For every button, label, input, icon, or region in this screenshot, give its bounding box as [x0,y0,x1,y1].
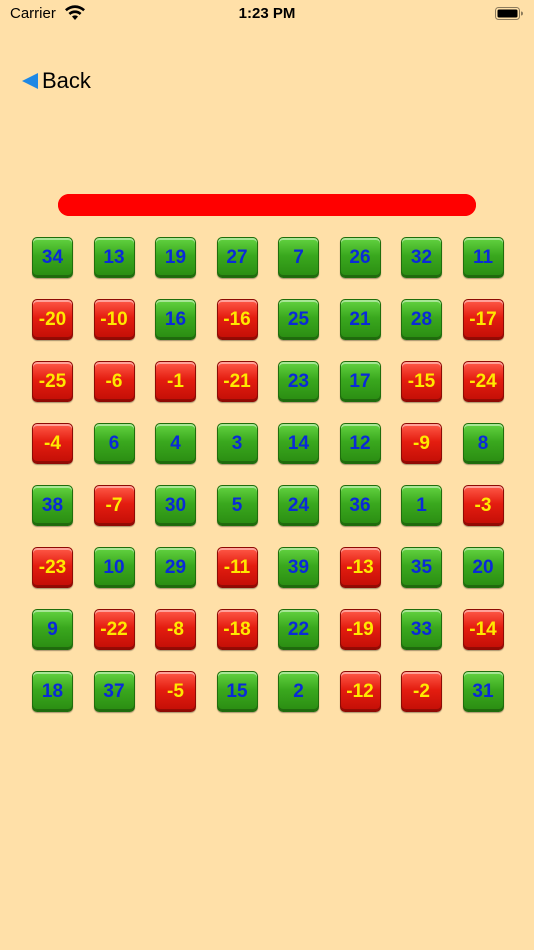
negative-number-tile[interactable]: -15 [401,361,442,402]
positive-number-tile[interactable]: 33 [401,609,442,650]
positive-number-tile[interactable]: 38 [32,485,73,526]
negative-number-tile[interactable]: -21 [216,361,258,402]
positive-number-tile[interactable]: 10 [93,547,135,588]
positive-number-tile[interactable]: 5 [216,485,258,526]
positive-number-tile[interactable]: 19 [155,237,196,278]
status-bar: Carrier 1:23 PM [0,0,534,28]
negative-number-tile[interactable]: -8 [155,609,196,650]
positive-number-tile[interactable]: 3 [216,423,258,464]
progress-fill [58,194,476,216]
negative-number-tile[interactable]: -16 [216,299,258,340]
positive-number-tile[interactable]: 11 [462,237,504,278]
battery-icon [495,7,523,20]
negative-number-tile[interactable]: -22 [93,609,135,650]
positive-number-tile[interactable]: 14 [278,423,319,464]
negative-number-tile[interactable]: -25 [32,361,73,402]
positive-number-tile[interactable]: 17 [339,361,381,402]
positive-number-tile[interactable]: 23 [278,361,319,402]
positive-number-tile[interactable]: 24 [278,485,319,526]
back-label: Back [42,68,91,93]
positive-number-tile[interactable]: 30 [155,485,196,526]
negative-number-tile[interactable]: -12 [339,671,381,712]
positive-number-tile[interactable]: 31 [462,671,504,712]
positive-number-tile[interactable]: 7 [278,237,319,278]
positive-number-tile[interactable]: 26 [339,237,381,278]
negative-number-tile[interactable]: -18 [216,609,258,650]
positive-number-tile[interactable]: 25 [278,299,319,340]
negative-number-tile[interactable]: -9 [401,423,442,464]
negative-number-tile[interactable]: -19 [339,609,381,650]
positive-number-tile[interactable]: 16 [155,299,196,340]
positive-number-tile[interactable]: 32 [401,237,442,278]
positive-number-tile[interactable]: 12 [339,423,381,464]
positive-number-tile[interactable]: 35 [401,547,442,588]
clock-time: 1:23 PM [238,5,296,22]
positive-number-tile[interactable]: 6 [93,423,135,464]
positive-number-tile[interactable]: 34 [32,237,73,278]
positive-number-tile[interactable]: 27 [216,237,258,278]
negative-number-tile[interactable]: -2 [401,671,442,712]
negative-number-tile[interactable]: -24 [462,361,504,402]
positive-number-tile[interactable]: 8 [462,423,504,464]
negative-number-tile[interactable]: -7 [93,485,135,526]
negative-number-tile[interactable]: -5 [155,671,196,712]
positive-number-tile[interactable]: 4 [155,423,196,464]
positive-number-tile[interactable]: 39 [278,547,319,588]
negative-number-tile[interactable]: -1 [155,361,196,402]
negative-number-tile[interactable]: -13 [339,547,381,588]
number-tile-grid: 34 13 19 27 7 26 32 11 -20 -10 16 -16 25 21 28 -17 -25 -6… [32,237,504,712]
negative-number-tile[interactable]: -10 [93,299,135,340]
triangle-left-icon [22,73,38,89]
positive-number-tile[interactable]: 28 [401,299,442,340]
negative-number-tile[interactable]: -20 [32,299,73,340]
positive-number-tile[interactable]: 21 [339,299,381,340]
negative-number-tile[interactable]: -6 [93,361,135,402]
negative-number-tile[interactable]: -11 [216,547,258,588]
positive-number-tile[interactable]: 9 [32,609,73,650]
negative-number-tile[interactable]: -23 [32,547,73,588]
negative-number-tile[interactable]: -4 [32,423,73,464]
positive-number-tile[interactable]: 22 [278,609,319,650]
positive-number-tile[interactable]: 29 [155,547,196,588]
positive-number-tile[interactable]: 1 [401,485,442,526]
positive-number-tile[interactable]: 15 [216,671,258,712]
positive-number-tile[interactable]: 36 [339,485,381,526]
negative-number-tile[interactable]: -3 [462,485,504,526]
positive-number-tile[interactable]: 18 [32,671,73,712]
positive-number-tile[interactable]: 20 [462,547,504,588]
positive-number-tile[interactable]: 37 [93,671,135,712]
negative-number-tile[interactable]: -14 [462,609,504,650]
negative-number-tile[interactable]: -17 [462,299,504,340]
positive-number-tile[interactable]: 13 [93,237,135,278]
progress-bar [58,194,476,216]
positive-number-tile[interactable]: 2 [278,671,319,712]
back-button[interactable]: Back [20,66,91,96]
